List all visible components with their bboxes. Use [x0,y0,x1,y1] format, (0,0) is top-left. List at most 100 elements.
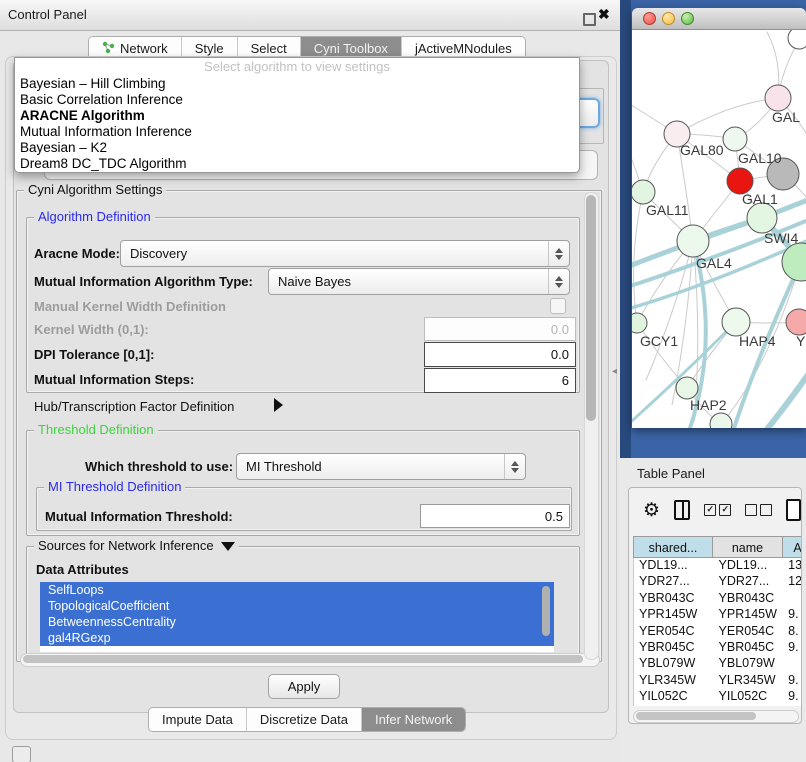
network-node-hap2[interactable] [676,377,698,399]
network-node-y[interactable] [786,309,806,335]
tab-label: Select [251,41,287,56]
bottom-tabstrip: Impute DataDiscretize Data Infer Network [148,707,466,732]
attribute-item[interactable]: SelfLoops [40,582,554,598]
mi-steps-field[interactable]: 6 [424,368,576,393]
dropdown-item[interactable]: Basic Correlation Inference [15,92,579,108]
close-window-icon[interactable] [643,12,656,25]
table-cell: YIL052C [714,689,784,705]
columns-icon[interactable] [674,500,690,520]
kernel-width-value: 0.0 [551,322,569,337]
table-cell: YPR145W [634,607,714,623]
table-horizontal-scrollbar[interactable] [633,710,799,723]
dpi-tolerance-label: DPI Tolerance [0,1]: [34,347,154,362]
control-panel-title: Control Panel [8,7,87,22]
dpi-tolerance-field[interactable]: 0.0 [424,342,576,367]
settings-group-title: Cyni Algorithm Settings [24,182,166,197]
dropdown-item[interactable]: Dream8 DC_TDC Algorithm [15,156,579,172]
mi-threshold-value: 0.5 [545,509,563,524]
network-node[interactable] [788,30,806,49]
mi-threshold-label: Mutual Information Threshold: [45,509,233,524]
zoom-window-icon[interactable] [681,12,694,25]
table-cell: YBR043C [714,591,784,607]
table-row[interactable]: YBR043CYBR043C [634,591,802,607]
float-window-icon[interactable] [583,13,596,26]
tab-label: Infer Network [375,712,452,727]
expand-right-icon[interactable] [274,398,283,412]
dropdown-item[interactable]: ARACNE Algorithm [15,108,579,124]
dropdown-item[interactable]: Bayesian – K2 [15,140,579,156]
panel-collapse-arrow-icon[interactable]: ◂ [612,366,617,377]
table-panel-body: ⚙ ✓✓ shared...nameA YDL19...YDL19...13.Y… [628,487,802,724]
network-node-hap4[interactable] [722,308,750,336]
network-canvas[interactable]: GALGAL80GAL10GAL1SWI4GAL11GAL4GCY1HAP4YH… [632,30,806,428]
dropdown-item[interactable]: Bayesian – Hill Climbing [15,76,579,92]
table-cell: YLR345W [634,673,714,689]
network-node-gal[interactable] [765,85,791,111]
algorithm-dropdown-popup: Select algorithm to view settings Bayesi… [14,57,580,173]
table-row[interactable]: YBR045CYBR045C9. [634,640,802,656]
tab-impute-data[interactable]: Impute Data [149,708,247,731]
network-node-gcy1[interactable] [632,313,647,333]
attribute-item[interactable]: TopologicalCoefficient [40,598,554,614]
network-node-gal10[interactable] [723,127,747,151]
dropdown-placeholder: Select algorithm to view settings [15,58,579,76]
table-row[interactable]: YDL19...YDL19...13. [634,558,802,574]
data-attributes-list[interactable]: SelfLoopsTopologicalCoefficientBetweenne… [40,582,554,652]
dropdown-item[interactable]: Mutual Information Inference [15,124,579,140]
tab-discretize-data[interactable]: Discretize Data [247,708,362,731]
node-label-swi4: SWI4 [764,230,798,246]
kernel-width-field[interactable]: 0.0 [424,317,576,341]
aracne-mode-combo[interactable]: Discovery [120,240,570,267]
algorithm-definition-title: Algorithm Definition [34,209,155,224]
table-row[interactable]: YLR345WYLR345W9. [634,673,802,689]
select-all-icon[interactable]: ✓✓ [704,504,731,516]
table-cell: 9. [783,640,802,656]
attribute-item[interactable]: gal4RGexp [40,630,554,646]
page-icon[interactable] [786,499,801,521]
attribute-item[interactable]: BetweennessCentrality [40,614,554,630]
deselect-all-icon[interactable] [745,504,772,516]
threshold-definition-title: Threshold Definition [34,422,158,437]
manual-kernel-checkbox[interactable] [550,298,566,314]
network-node-swi4[interactable] [747,203,777,233]
table-row[interactable]: YIL052CYIL052C9. [634,689,802,705]
network-icon [102,41,115,57]
column-header-name[interactable]: name [713,536,783,558]
mi-threshold-field[interactable]: 0.5 [420,504,570,528]
column-header-shared[interactable]: shared... [633,536,713,558]
mi-algorithm-type-combo[interactable]: Naive Bayes [268,268,570,295]
network-window-titlebar[interactable] [632,8,806,30]
table-cell [783,591,802,607]
table-row[interactable]: YBL079WYBL079W [634,656,802,672]
manual-kernel-label: Manual Kernel Width Definition [34,299,226,314]
hub-definition-label[interactable]: Hub/Transcription Factor Definition [34,399,234,414]
table-cell: 13. [783,558,802,574]
settings-vertical-scrollbar[interactable] [584,192,599,660]
apply-button[interactable]: Apply [268,674,340,699]
data-attributes-label: Data Attributes [36,562,129,577]
table-cell: YER054C [714,624,784,640]
attributes-scrollbar[interactable] [542,584,551,648]
apply-button-label: Apply [288,679,321,694]
gear-icon[interactable]: ⚙ [643,501,660,520]
network-node-gal4[interactable] [677,225,709,257]
node-label-hap4: HAP4 [739,333,776,349]
network-node-gal11[interactable] [632,180,655,204]
minimized-panel-icon[interactable] [12,746,31,762]
table-cell: YDL19... [714,558,784,574]
settings-horizontal-scrollbar[interactable] [20,653,600,667]
collapse-down-icon[interactable] [221,542,235,551]
close-icon[interactable]: ✖ [598,6,610,23]
tab-label: Cyni Toolbox [314,41,388,56]
table-row[interactable]: YDR27...YDR27...12. [634,574,802,590]
table-cell: 9. [783,607,802,623]
network-view-window[interactable]: GALGAL80GAL10GAL1SWI4GAL11GAL4GCY1HAP4YH… [632,8,806,428]
table-cell: YBR045C [714,640,784,656]
table-row[interactable]: YPR145WYPR145W9. [634,607,802,623]
which-threshold-combo[interactable]: MI Threshold [236,453,526,480]
tab-infer-network[interactable]: Infer Network [362,708,465,731]
table-row[interactable]: YER054CYER054C8. [634,624,802,640]
column-header-A[interactable]: A [783,536,802,558]
minimize-window-icon[interactable] [662,12,675,25]
screenshot-root: Control Panel ✖ NetworkStyleSelectCyni T… [0,0,806,762]
